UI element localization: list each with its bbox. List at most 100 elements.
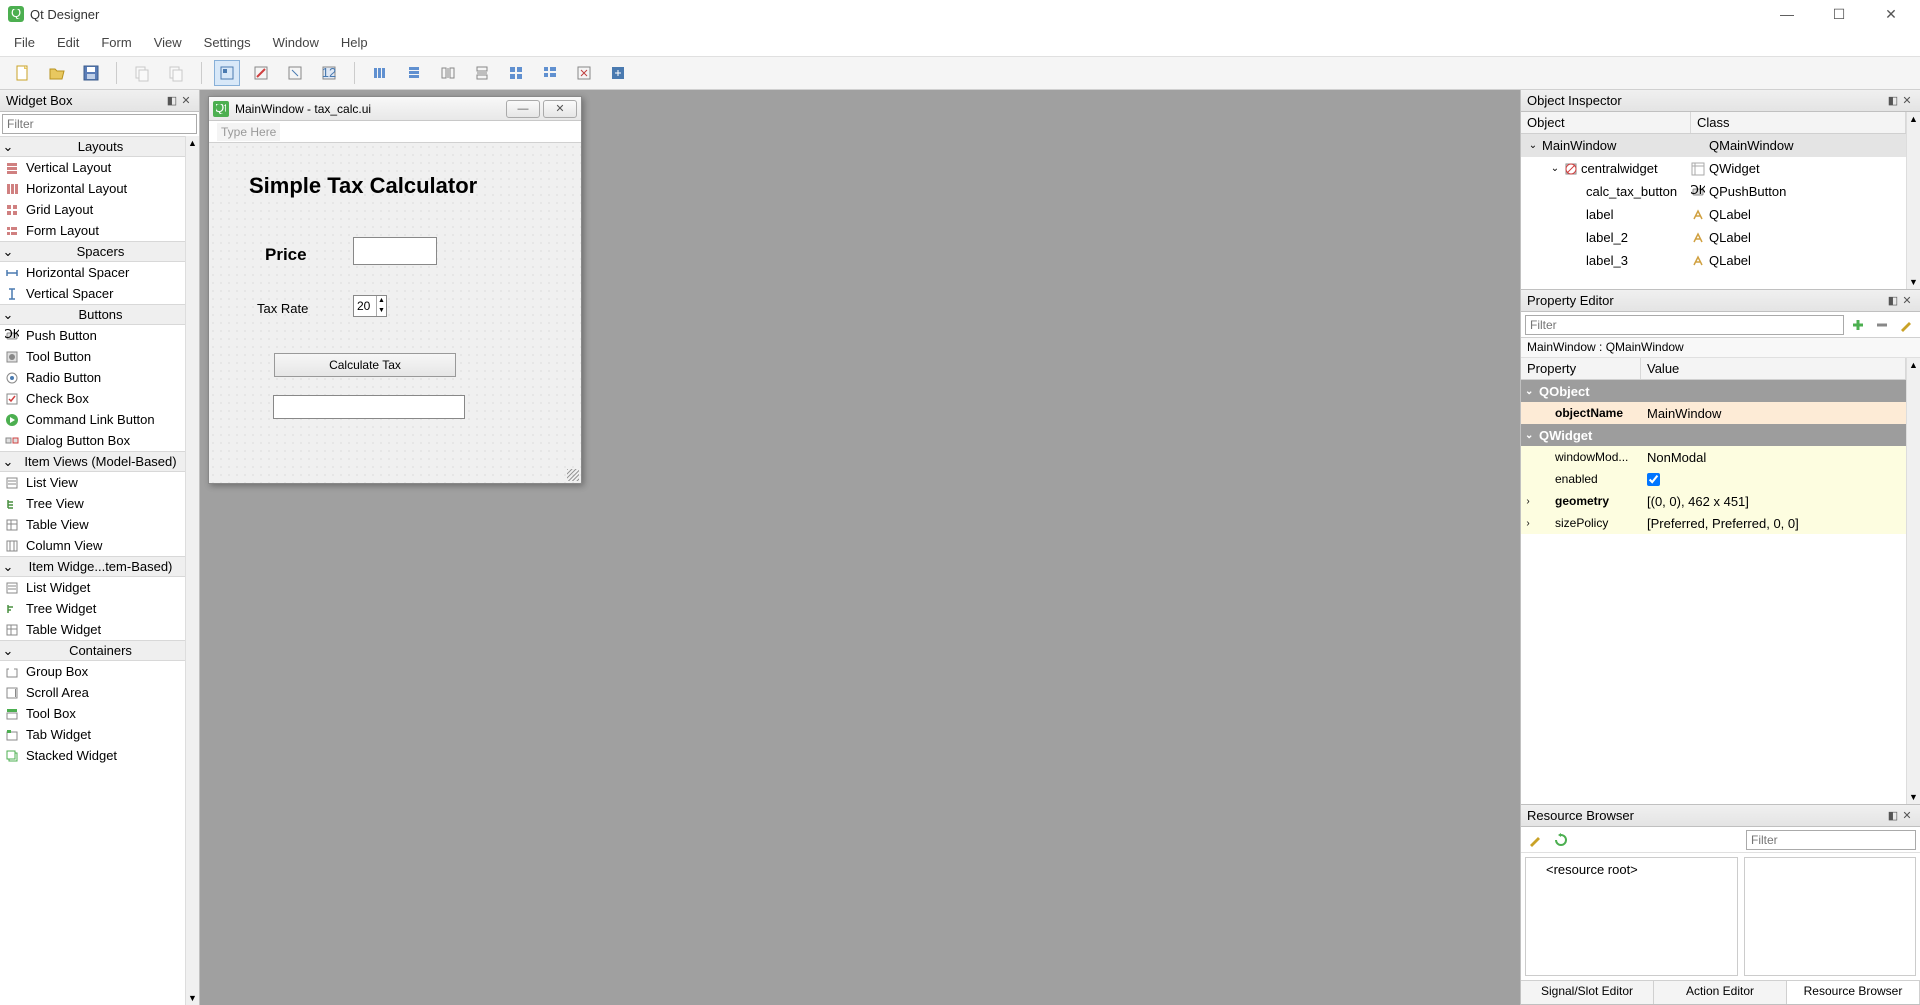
layout-form-icon[interactable] — [537, 60, 563, 86]
widget-item[interactable]: Tool Button — [0, 346, 185, 367]
enabled-checkbox[interactable] — [1647, 473, 1660, 486]
tab-resource-browser[interactable]: Resource Browser — [1787, 981, 1920, 1004]
scrollbar[interactable]: ▲▼ — [185, 136, 199, 1005]
widget-item[interactable]: Table View — [0, 514, 185, 535]
menu-form[interactable]: Form — [91, 31, 141, 54]
widget-item[interactable]: OKPush Button — [0, 325, 185, 346]
menu-file[interactable]: File — [4, 31, 45, 54]
property-group[interactable]: ⌄QObject — [1521, 380, 1906, 402]
close-button[interactable]: ✕ — [1876, 6, 1906, 23]
widget-item[interactable]: Tree View — [0, 493, 185, 514]
result-input[interactable] — [273, 395, 465, 419]
layout-vertical-icon[interactable] — [401, 60, 427, 86]
dock-icon[interactable]: ◧ — [165, 94, 179, 107]
edit-buddies-icon[interactable] — [282, 60, 308, 86]
widget-category[interactable]: ⌄Item Views (Model-Based) — [0, 451, 185, 472]
menu-help[interactable]: Help — [331, 31, 378, 54]
widget-item[interactable]: List Widget — [0, 577, 185, 598]
dock-icon[interactable]: ◧ — [1886, 809, 1900, 822]
widget-item[interactable]: List View — [0, 472, 185, 493]
form-menubar[interactable]: Type Here — [209, 121, 581, 143]
form-heading-label[interactable]: Simple Tax Calculator — [249, 173, 477, 199]
widget-item[interactable]: Check Box — [0, 388, 185, 409]
property-row[interactable]: windowMod...NonModal — [1521, 446, 1906, 468]
spin-up-icon[interactable]: ▲ — [376, 296, 386, 306]
form-menu-placeholder[interactable]: Type Here — [217, 123, 280, 141]
widget-item[interactable]: Tool Box — [0, 703, 185, 724]
property-filter[interactable] — [1525, 315, 1844, 335]
resource-tree[interactable]: <resource root> — [1525, 857, 1738, 976]
property-row[interactable]: enabled — [1521, 468, 1906, 490]
tax-rate-spinbox[interactable]: 20 ▲▼ — [353, 295, 387, 317]
menu-edit[interactable]: Edit — [47, 31, 89, 54]
scrollbar[interactable]: ▲▼ — [1906, 112, 1920, 289]
widget-item[interactable]: Tree Widget — [0, 598, 185, 619]
widget-item[interactable]: Horizontal Layout — [0, 178, 185, 199]
widget-item[interactable]: Column View — [0, 535, 185, 556]
dock-icon[interactable]: ◧ — [1886, 94, 1900, 107]
widget-item[interactable]: Form Layout — [0, 220, 185, 241]
widget-item[interactable]: Scroll Area — [0, 682, 185, 703]
resize-grip-icon[interactable] — [567, 469, 579, 481]
spin-down-icon[interactable]: ▼ — [376, 306, 386, 316]
design-canvas[interactable]: Qt MainWindow - tax_calc.ui — ✕ Type Her… — [200, 90, 1520, 1005]
layout-grid-icon[interactable] — [503, 60, 529, 86]
form-window[interactable]: Qt MainWindow - tax_calc.ui — ✕ Type Her… — [208, 96, 582, 484]
new-file-icon[interactable] — [10, 60, 36, 86]
tab-action-editor[interactable]: Action Editor — [1654, 981, 1787, 1004]
close-panel-icon[interactable]: ✕ — [179, 94, 193, 107]
object-row[interactable]: calc_tax_buttonOKQPushButton — [1521, 180, 1906, 203]
close-panel-icon[interactable]: ✕ — [1900, 294, 1914, 307]
object-tree[interactable]: ⌄MainWindowQMainWindow⌄centralwidgetQWid… — [1521, 134, 1906, 272]
close-panel-icon[interactable]: ✕ — [1900, 809, 1914, 822]
property-group[interactable]: ⌄QWidget — [1521, 424, 1906, 446]
add-property-icon[interactable] — [1848, 315, 1868, 335]
adjust-size-icon[interactable] — [605, 60, 631, 86]
object-row[interactable]: label_3QLabel — [1521, 249, 1906, 272]
calculate-button[interactable]: Calculate Tax — [274, 353, 456, 377]
remove-property-icon[interactable] — [1872, 315, 1892, 335]
widget-tree[interactable]: ⌄LayoutsVertical LayoutHorizontal Layout… — [0, 136, 185, 1005]
reload-icon[interactable] — [1551, 830, 1571, 850]
minimize-button[interactable]: — — [1772, 6, 1802, 22]
property-header[interactable]: Property — [1521, 358, 1641, 379]
widget-item[interactable]: Vertical Layout — [0, 157, 185, 178]
price-input[interactable] — [353, 237, 437, 265]
layout-v-splitter-icon[interactable] — [469, 60, 495, 86]
form-body[interactable]: Simple Tax Calculator Price Tax Rate 20 … — [209, 143, 581, 483]
resource-filter[interactable] — [1746, 830, 1916, 850]
open-file-icon[interactable] — [44, 60, 70, 86]
edit-tab-order-icon[interactable]: 12 — [316, 60, 342, 86]
widget-category[interactable]: ⌄Spacers — [0, 241, 185, 262]
edit-resources-icon[interactable] — [1525, 830, 1545, 850]
widget-box-filter[interactable] — [2, 114, 197, 134]
property-row[interactable]: objectNameMainWindow — [1521, 402, 1906, 424]
widget-item[interactable]: Tab Widget — [0, 724, 185, 745]
form-minimize-button[interactable]: — — [506, 100, 540, 118]
object-header[interactable]: Object — [1521, 112, 1691, 133]
widget-item[interactable]: Horizontal Spacer — [0, 262, 185, 283]
widget-item[interactable]: Stacked Widget — [0, 745, 185, 766]
break-layout-icon[interactable] — [571, 60, 597, 86]
widget-item[interactable]: Table Widget — [0, 619, 185, 640]
object-row[interactable]: labelQLabel — [1521, 203, 1906, 226]
property-row[interactable]: ›sizePolicy[Preferred, Preferred, 0, 0] — [1521, 512, 1906, 534]
edit-widgets-icon[interactable] — [214, 60, 240, 86]
widget-category[interactable]: ⌄Buttons — [0, 304, 185, 325]
dock-icon[interactable]: ◧ — [1886, 294, 1900, 307]
widget-category[interactable]: ⌄Layouts — [0, 136, 185, 157]
object-row[interactable]: ⌄centralwidgetQWidget — [1521, 157, 1906, 180]
price-label[interactable]: Price — [265, 245, 307, 265]
menu-settings[interactable]: Settings — [194, 31, 261, 54]
config-icon[interactable] — [1896, 315, 1916, 335]
class-header[interactable]: Class — [1691, 112, 1906, 133]
tax-rate-label[interactable]: Tax Rate — [257, 301, 308, 316]
widget-item[interactable]: Group Box — [0, 661, 185, 682]
object-row[interactable]: ⌄MainWindowQMainWindow — [1521, 134, 1906, 157]
paste-icon[interactable] — [163, 60, 189, 86]
layout-h-splitter-icon[interactable] — [435, 60, 461, 86]
widget-item[interactable]: Vertical Spacer — [0, 283, 185, 304]
widget-item[interactable]: Radio Button — [0, 367, 185, 388]
object-row[interactable]: label_2QLabel — [1521, 226, 1906, 249]
tab-signal-slot[interactable]: Signal/Slot Editor — [1521, 981, 1654, 1004]
